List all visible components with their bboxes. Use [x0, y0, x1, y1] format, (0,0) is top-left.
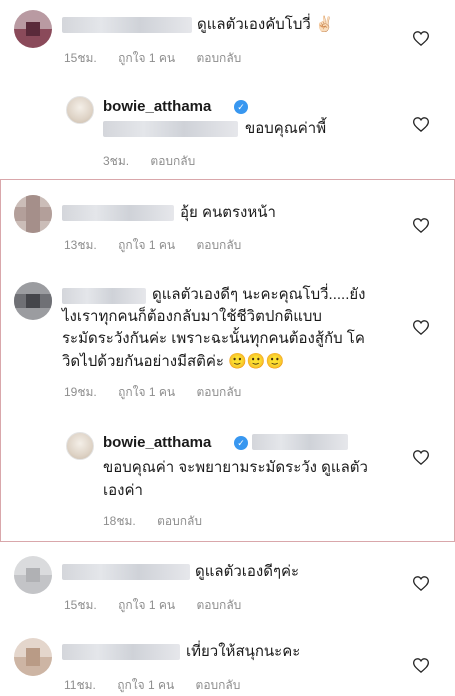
comment-meta: 13ชม. ถูกใจ 1 คน ตอบกลับ [64, 236, 259, 255]
avatar[interactable] [14, 556, 52, 594]
blurred-username[interactable] [62, 205, 174, 221]
reply-button[interactable]: ตอบกลับ [196, 51, 241, 65]
comment-meta: 15ชม. ถูกใจ 1 คน ตอบกลับ [64, 596, 259, 615]
verified-badge-icon: ✓ [234, 100, 248, 114]
likes-count[interactable]: ถูกใจ 1 คน [117, 678, 174, 692]
blurred-username[interactable] [62, 288, 146, 304]
heart-icon[interactable] [413, 31, 429, 46]
comment-text: ดูแลตัวเองคับโบวี่ ✌🏻 [197, 16, 334, 33]
comment-text: อุ้ย คนตรงหน้า [180, 204, 276, 221]
comment-meta: 18ชม. ตอบกลับ [103, 512, 220, 531]
likes-count[interactable]: ถูกใจ 1 คน [118, 385, 175, 399]
avatar[interactable] [66, 96, 94, 124]
comment-text-line: ไงเราทุกคนก็ต้องกลับมาใช้ชีวิตปกติแบบ [62, 308, 322, 325]
comment-text-line: ดูแลตัวเองดีๆ นะคะคุณโบวี่.....ยัง [152, 286, 366, 303]
blurred-username[interactable] [62, 17, 192, 33]
avatar[interactable] [14, 282, 52, 320]
comment-meta: 3ชม. ตอบกลับ [103, 152, 213, 171]
comment-meta: 19ชม. ถูกใจ 1 คน ตอบกลับ [64, 383, 259, 402]
comment-text: เที่ยวให้สนุกนะคะ [186, 643, 301, 660]
likes-count[interactable]: ถูกใจ 1 คน [118, 598, 175, 612]
comment-text-line: วิดไปด้วยกันอย่างมีสติค่ะ 🙂🙂🙂 [62, 353, 285, 370]
timestamp: 15ชม. [64, 51, 97, 65]
heart-icon[interactable] [413, 450, 429, 465]
heart-icon[interactable] [413, 576, 429, 591]
username[interactable]: bowie_atthama [103, 98, 211, 115]
reply-text: ขอบคุณค่าพี้ [245, 120, 327, 137]
reply-button[interactable]: ตอบกลับ [157, 514, 202, 528]
likes-count[interactable]: ถูกใจ 1 คน [118, 238, 175, 252]
timestamp: 3ชม. [103, 154, 130, 168]
comment-meta: 11ชม. ถูกใจ 1 คน ตอบกลับ [64, 676, 258, 695]
blurred-username[interactable] [62, 644, 180, 660]
avatar[interactable] [14, 10, 52, 48]
verified-badge-icon: ✓ [234, 436, 248, 450]
avatar[interactable] [66, 432, 94, 460]
timestamp: 19ชม. [64, 385, 97, 399]
reply-button[interactable]: ตอบกลับ [196, 238, 241, 252]
reply-button[interactable]: ตอบกลับ [196, 678, 241, 692]
avatar[interactable] [14, 195, 52, 233]
heart-icon[interactable] [413, 218, 429, 233]
heart-icon[interactable] [413, 658, 429, 673]
heart-icon[interactable] [413, 320, 429, 335]
reply-button[interactable]: ตอบกลับ [196, 385, 241, 399]
blurred-mention[interactable] [252, 434, 348, 450]
reply-button[interactable]: ตอบกลับ [150, 154, 195, 168]
reply-text-line: เองค่า [103, 482, 143, 499]
likes-count[interactable]: ถูกใจ 1 คน [118, 51, 175, 65]
heart-icon[interactable] [413, 117, 429, 132]
comment-text: ดูแลตัวเองดีๆค่ะ [195, 563, 300, 580]
timestamp: 15ชม. [64, 598, 97, 612]
comment-text-line: ระมัดระวังกันค่ะ เพราะฉะนั้นทุกคนต้องสู้… [62, 330, 365, 347]
username[interactable]: bowie_atthama [103, 434, 211, 451]
avatar[interactable] [14, 638, 52, 676]
comment-meta: 15ชม. ถูกใจ 1 คน ตอบกลับ [64, 49, 259, 68]
timestamp: 18ชม. [103, 514, 136, 528]
reply-button[interactable]: ตอบกลับ [196, 598, 241, 612]
timestamp: 13ชม. [64, 238, 97, 252]
blurred-username[interactable] [62, 564, 190, 580]
timestamp: 11ชม. [64, 678, 96, 692]
blurred-mention[interactable] [103, 121, 238, 137]
reply-text-line: ขอบคุณค่า จะพยายามระมัดระวัง ดูแลตัว [103, 459, 368, 476]
